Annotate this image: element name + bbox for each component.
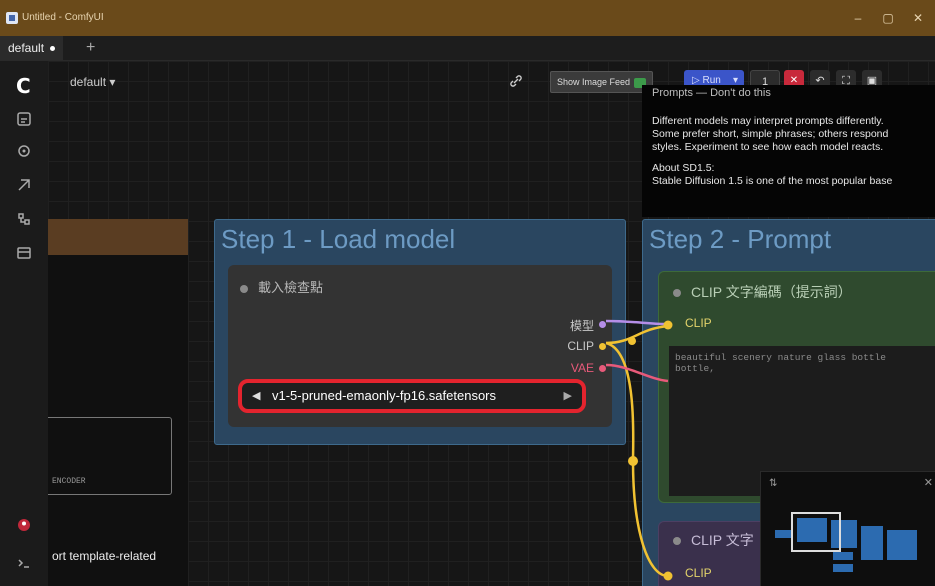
clip-wire-1 xyxy=(605,324,669,345)
comfyui-window: Untitled - ComfyUI – ▢ ✕ default + C def… xyxy=(0,0,935,586)
minimap-drag-icon[interactable]: ⇅ xyxy=(769,478,777,489)
model-wire xyxy=(605,319,667,326)
node-library-icon[interactable] xyxy=(16,143,32,159)
minimap-node xyxy=(833,564,853,572)
graph-canvas[interactable]: default ▾ Show Image Feed ▷ Run ▾ 1 ✕ ↶ ⛶… xyxy=(48,61,935,586)
tab-default[interactable]: default xyxy=(0,36,64,60)
user-icon[interactable] xyxy=(16,517,32,533)
close-window-button[interactable]: ✕ xyxy=(908,10,928,26)
app-icon xyxy=(6,12,18,24)
templates-icon[interactable] xyxy=(16,245,32,261)
input-clip-port-2 xyxy=(663,571,673,581)
minimap-close-button[interactable]: ✕ xyxy=(924,476,933,489)
wire-reroute-dot xyxy=(628,337,636,345)
vae-wire xyxy=(605,363,669,383)
unsaved-dot-icon xyxy=(50,46,56,52)
minimap-node xyxy=(833,552,853,560)
window-title: Untitled - ComfyUI xyxy=(22,12,104,23)
model-library-icon[interactable] xyxy=(16,177,32,193)
workflows-icon[interactable] xyxy=(16,211,32,227)
new-tab-button[interactable]: + xyxy=(86,38,95,58)
title-bar: Untitled - ComfyUI – ▢ ✕ xyxy=(0,0,935,36)
minimap-viewport[interactable] xyxy=(791,512,841,552)
comfy-logo: C xyxy=(16,74,31,98)
wire-reroute-dot xyxy=(628,456,638,466)
maximize-button[interactable]: ▢ xyxy=(878,10,898,26)
tab-bar: default + xyxy=(0,36,935,61)
terminal-icon[interactable] xyxy=(16,555,32,571)
minimize-button[interactable]: – xyxy=(848,10,868,26)
input-clip-port xyxy=(663,320,673,330)
minimap-node xyxy=(887,530,917,560)
queue-icon[interactable] xyxy=(16,111,32,127)
tab-label: default xyxy=(8,41,45,55)
minimap-node xyxy=(861,526,883,560)
left-sidebar: C xyxy=(0,61,49,586)
minimap[interactable]: ⇅ ✕ xyxy=(760,471,935,586)
